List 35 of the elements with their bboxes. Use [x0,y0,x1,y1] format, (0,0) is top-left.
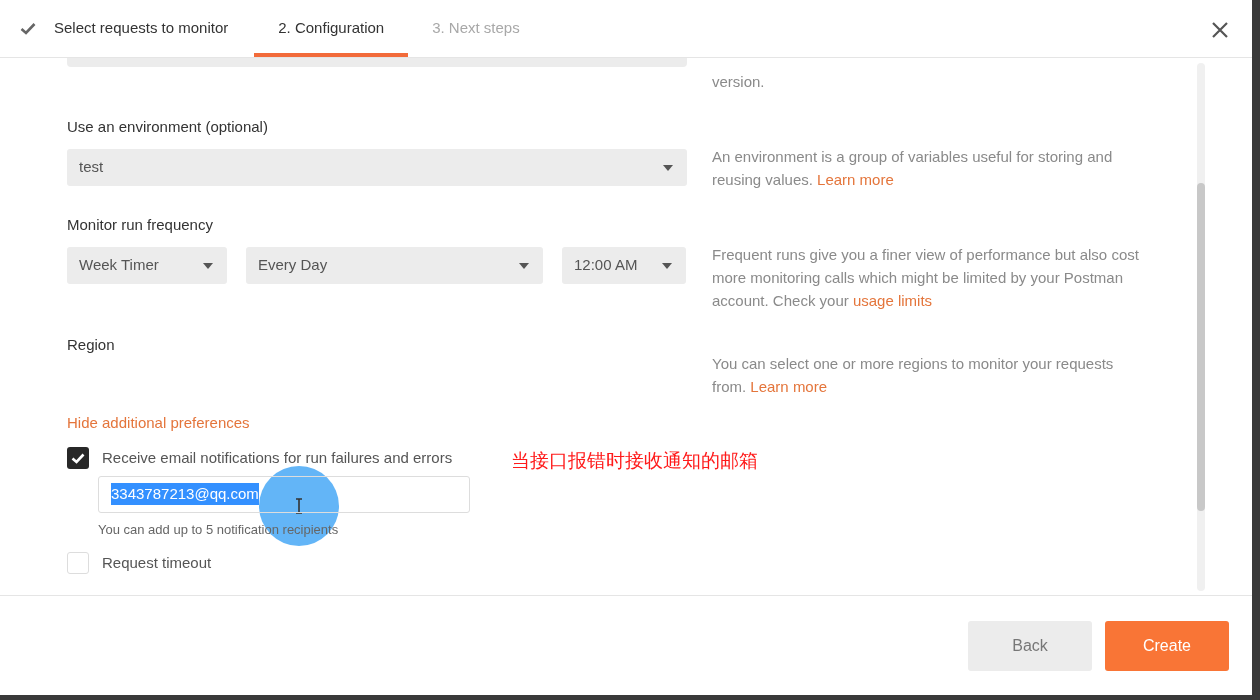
step-tab[interactable]: Select requests to monitor [20,0,255,57]
field-label: Monitor run frequency [67,215,214,235]
caret-icon [663,164,673,171]
help-text: You can select one or more regions to monitor your requests from. Learn more [712,354,1115,397]
email-field[interactable]: 3343787213@qq.com [98,475,470,513]
learn-more-link[interactable]: Learn more [817,171,894,188]
checkbox[interactable] [67,447,89,470]
checkbox-label: Receive email notifications for run failures and errors [102,448,453,468]
help-text: version. [712,72,765,92]
close-icon [1211,21,1229,39]
learn-more-link[interactable]: Learn more [750,378,828,395]
dialog-button[interactable]: Create [1105,620,1229,671]
checkbox[interactable] [67,552,89,575]
caret-icon [662,262,672,269]
step-tab[interactable]: 3. Next steps [408,0,544,57]
select-field[interactable]: Every Day [246,247,543,284]
caret-icon [203,262,213,269]
select-field[interactable]: 12:00 AM [562,247,686,284]
field-label: Region [67,335,116,355]
checkbox-label: Request timeout [102,553,212,573]
select-field[interactable]: test [67,149,687,186]
scrollbar-thumb[interactable] [1197,183,1205,511]
annotation-text: 当接口报错时接收通知的邮箱 [511,449,758,473]
field-label: Use an environment (optional) [67,117,269,137]
learn-more-link[interactable]: usage limits [852,292,933,309]
select-field[interactable]: Week Timer [67,247,227,284]
text-cursor-icon [295,498,303,514]
help-text: An environment is a group of variables useful for storing and reusing values. Learn more [712,147,1114,190]
check-icon [20,22,36,35]
check-icon [71,452,85,464]
dialog-button[interactable]: Back [968,620,1092,671]
caret-icon [519,262,529,269]
input-field[interactable] [67,58,687,67]
help-text: Frequent runs give you a finer view of performance but also cost more monitoring calls which might be limited by your Postman account. Check your usage limits [712,245,1140,311]
toggle-preferences-link[interactable]: Hide additional preferences [67,412,250,434]
